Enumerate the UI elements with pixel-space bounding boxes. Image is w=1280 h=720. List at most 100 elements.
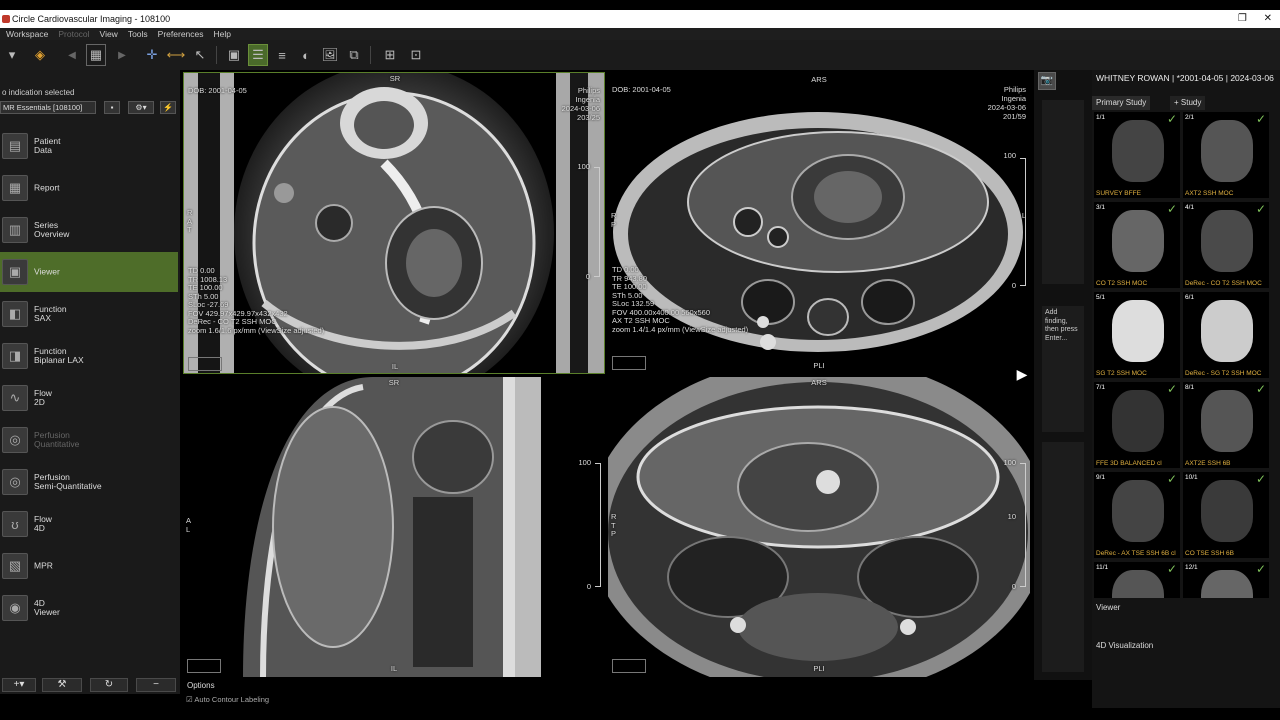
sidebar-item-4d-viewer[interactable]: ◉ 4D Viewer xyxy=(0,588,178,628)
viewport-top-left[interactable]: DOB: 2001-04-05 Philips Ingenia 2024-03-… xyxy=(183,72,605,374)
quick-action-icon[interactable]: ⚡ xyxy=(160,101,176,114)
sidebar-item-label: Perfusion Quantitative xyxy=(34,430,80,449)
thumbnail-image xyxy=(1201,390,1253,452)
contrast-icon[interactable]: ◐ xyxy=(296,44,316,66)
orientation-top-label: ARS xyxy=(811,378,827,387)
series-thumbnail[interactable]: 2/1 ✓ AXT2 SSH MOC xyxy=(1183,112,1269,198)
sidebar-item-perfusion-semi-quantitative[interactable]: ◎ Perfusion Semi-Quantitative xyxy=(0,462,178,502)
next-arrow-icon[interactable]: ▶ xyxy=(112,44,132,66)
viewer-section-label[interactable]: Viewer xyxy=(1096,603,1120,612)
dob-label: DOB: 2001-04-05 xyxy=(188,86,247,95)
tools-button[interactable]: ⚒ xyxy=(42,678,82,692)
series-thumbnail[interactable]: 6/1 DeRec - SG T2 SSH MOC xyxy=(1183,292,1269,378)
image-compare-icon[interactable]: ⧉ xyxy=(344,44,364,66)
save-protocol-icon[interactable]: ▪ xyxy=(104,101,120,114)
gear-icon[interactable]: ⚙▾ xyxy=(128,101,154,114)
series-thumbnail[interactable]: 9/1 ✓ DeRec - AX TSE SSH 6B cl xyxy=(1094,472,1180,558)
distance-scale xyxy=(1020,158,1026,286)
sidebar-item-mpr[interactable]: ▧ MPR xyxy=(0,546,178,586)
sidebar-item-flow-2d[interactable]: ∿ Flow 2D xyxy=(0,378,178,418)
menu-preferences[interactable]: Preferences xyxy=(158,28,204,40)
close-window-icon[interactable]: ✕ xyxy=(1264,13,1272,24)
dropdown-arrow-icon[interactable]: ▾ xyxy=(2,44,22,66)
sidebar-item-flow-4d[interactable]: ʊ Flow 4D xyxy=(0,504,178,544)
sidebar-item-viewer[interactable]: ▣ Viewer xyxy=(0,252,178,292)
grid-layout-icon[interactable]: ⊞ xyxy=(380,44,400,66)
refresh-button[interactable]: ↻ xyxy=(90,678,128,692)
series-list-icon[interactable]: ≡ xyxy=(272,44,292,66)
orientation-left-label: A L xyxy=(186,516,192,534)
series-thumbnail[interactable]: 1/1 ✓ SURVEY BFFE xyxy=(1094,112,1180,198)
indication-label: o indication selected xyxy=(2,88,75,97)
flow-4d-icon: ʊ xyxy=(2,511,28,537)
menu-view[interactable]: View xyxy=(100,28,118,40)
series-thumbnail[interactable]: 10/1 ✓ CO TSE SSH 6B xyxy=(1183,472,1269,558)
checkmark-icon: ✓ xyxy=(1166,202,1177,216)
menu-help[interactable]: Help xyxy=(214,28,231,40)
crosshair-icon[interactable]: ✛ xyxy=(142,44,162,66)
thumbnail-label: SURVEY BFFE xyxy=(1094,189,1180,198)
slice-index-label: 201/59 xyxy=(1003,112,1026,121)
tab-add-study[interactable]: + Study xyxy=(1170,96,1206,110)
viewport-bottom-left[interactable]: SR A L IL 100 0 xyxy=(183,377,605,677)
snapshot-icon[interactable]: 📷 xyxy=(1038,72,1056,90)
series-thumbnail[interactable]: 7/1 ✓ FFE 3D BALANCED cl xyxy=(1094,382,1180,468)
axial-mr-image-2 xyxy=(608,377,1030,677)
viewport-bottom-right[interactable]: ARS R T P PLI 100 10 0 xyxy=(608,377,1030,677)
options-bar[interactable]: Options xyxy=(183,679,1030,695)
sidebar-item-patient-data[interactable]: ▤ Patient Data xyxy=(0,126,178,166)
previous-arrow-icon[interactable]: ◀ xyxy=(62,44,82,66)
series-thumbnail[interactable]: 8/1 ✓ AXT2E SSH 6B xyxy=(1183,382,1269,468)
scale-bottom-label: 0 xyxy=(1011,582,1016,591)
toolbar: ▾ ◈ ◀ ▦ ▶ ✛ ⟷ ↖ ▣ ☰ ≡ ◐ 🖼 ⧉ ⊞ ⊡ xyxy=(0,40,1280,106)
sidebar-item-perfusion-quantitative[interactable]: ◎ Perfusion Quantitative xyxy=(0,420,178,460)
viewport-top-right[interactable]: DOB: 2001-04-05 Philips Ingenia 2024-03-… xyxy=(608,72,1030,374)
sidebar-item-label: 4D Viewer xyxy=(34,598,60,617)
protocol-select[interactable]: MR Essentials [108100] xyxy=(0,101,96,114)
sequence-params: TD 0.00 TR 943.80 TE 100.00 STh 5.00 SLo… xyxy=(612,265,749,334)
series-thumbnail[interactable]: 5/1 SG T2 SSH MOC xyxy=(1094,292,1180,378)
screen-icon[interactable]: ⊡ xyxy=(406,44,426,66)
sidebar-item-report[interactable]: ▦ Report xyxy=(0,168,178,208)
layout-stack-icon[interactable]: ☰ xyxy=(248,44,268,66)
series-thumbnail[interactable]: 3/1 ✓ CO T2 SSH MOC xyxy=(1094,202,1180,288)
tab-primary-study[interactable]: Primary Study xyxy=(1092,96,1151,110)
image-export-icon[interactable]: 🖼 xyxy=(320,44,340,66)
thumbnail-number: 2/1 xyxy=(1185,114,1195,121)
thumbnail-number: 12/1 xyxy=(1185,564,1198,571)
remove-button[interactable]: − xyxy=(136,678,176,692)
workflow-sidebar: o indication selected MR Essentials [108… xyxy=(0,70,180,690)
auto-contour-checkbox[interactable]: ☑ Auto Contour Labeling xyxy=(186,695,269,704)
sidebar-item-series-overview[interactable]: ▥ Series Overview xyxy=(0,210,178,250)
add-button[interactable]: +▾ xyxy=(2,678,36,692)
thumbnail-number: 4/1 xyxy=(1185,204,1195,211)
thumbnail-label: DeRec - SG T2 SSH MOC xyxy=(1183,369,1269,378)
findings-list-area xyxy=(1042,100,1084,284)
viewer-icon: ▣ xyxy=(2,259,28,285)
4d-visualization-section-label[interactable]: 4D Visualization xyxy=(1096,641,1153,650)
series-thumbnail[interactable]: 4/1 ✓ DeRec - CO T2 SSH MOC xyxy=(1183,202,1269,288)
series-thumbnail[interactable]: 11/1 ✓ xyxy=(1094,562,1180,598)
toolbar-separator xyxy=(370,46,371,64)
thumbnail-label: AXT2 SSH MOC xyxy=(1183,189,1269,198)
menu-workspace[interactable]: Workspace xyxy=(6,28,48,40)
restore-window-icon[interactable]: ❐ xyxy=(1238,13,1247,24)
sidebar-item-function-sax[interactable]: ◧ Function SAX xyxy=(0,294,178,334)
pointer-icon[interactable]: ↖ xyxy=(190,44,210,66)
menu-tools[interactable]: Tools xyxy=(128,28,148,40)
image-thumbnail-icon[interactable]: ▦ xyxy=(86,44,106,66)
pan-icon[interactable]: ⟷ xyxy=(166,44,186,66)
sidebar-item-function-biplanar-lax[interactable]: ◨ Function Biplanar LAX xyxy=(0,336,178,376)
menu-bar: Workspace Protocol View Tools Preferences Hel… xyxy=(0,28,1280,40)
series-thumbnail[interactable]: 12/1 ✓ xyxy=(1183,562,1269,598)
play-cine-icon[interactable]: ▶ xyxy=(1012,364,1032,384)
thumbnail-number: 8/1 xyxy=(1185,384,1195,391)
capture-icon[interactable]: ▣ xyxy=(224,44,244,66)
study-panel: WHITNEY ROWAN | *2001-04-05 | 2024-03-06… xyxy=(1092,70,1280,710)
dob-label: DOB: 2001-04-05 xyxy=(612,85,671,94)
settings-icon[interactable]: ◈ xyxy=(30,44,50,66)
scale-bottom-label: 0 xyxy=(586,582,591,591)
thumbnail-image xyxy=(1201,210,1253,272)
toolbar-separator xyxy=(216,46,217,64)
add-finding-input[interactable]: Add finding, then press Enter... xyxy=(1042,306,1084,432)
